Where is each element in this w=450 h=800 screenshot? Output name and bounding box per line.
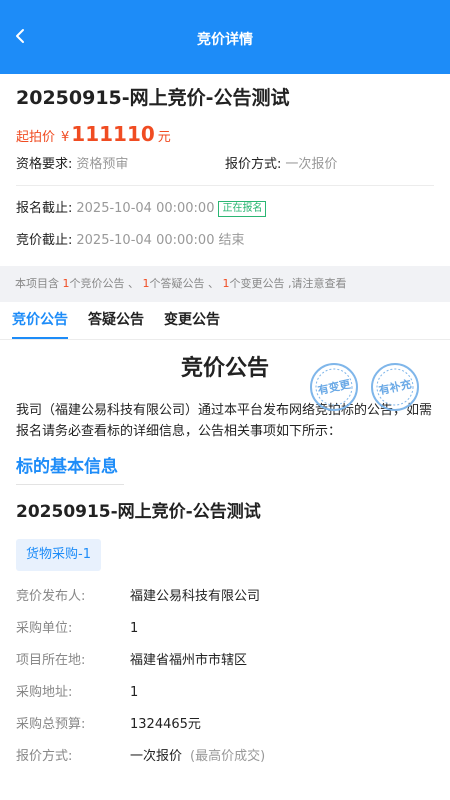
signup-deadline-row: 报名截止: 2025-10-04 00:00:00 正在报名 [16,200,434,218]
quote-method-value: 一次报价 [285,157,338,172]
notice-count-bar: 本项目含 1个竞价公告 、 1个答疑公告 、 1个变更公告 ,请注意查看 [0,266,450,302]
requirements-row: 资格要求: 资格预审 报价方式: 一次报价 [16,156,434,174]
notice-text-bid: 个竞价公告 、 [69,277,140,290]
changed-stamp-text: 有变更 [316,377,352,398]
quote-method-label: 报价方式: [225,157,282,172]
qualification-value: 资格预审 [76,157,129,172]
changed-stamp-icon: 有变更 [310,363,358,411]
notice-count-change: 1 [222,277,230,290]
info-row-address: 采购地址: 1 [16,683,434,703]
section-title: 标的基本信息 [16,457,118,477]
starting-price: 起拍价 ¥ 111110 元 [16,122,434,146]
notice-prefix: 本项目含 [15,277,59,290]
notice-document: 竞价公告 有变更 有补充 我司（福建公易科技有限公司）通过本平台发布网络竞拍标的… [0,354,450,767]
info-row-location: 项目所在地: 福建省福州市市辖区 [16,651,434,671]
page-title: 竞价详情 [197,32,253,48]
price-value: 111110 [71,122,155,146]
supplement-stamp-text: 有补充 [377,377,412,398]
price-label: 起拍价 [16,130,56,145]
info-row-publisher: 竞价发布人: 福建公易科技有限公司 [16,587,434,607]
info-row-purchaser: 采购单位: 1 [16,619,434,639]
info-value: 一次报价 [130,749,183,764]
info-sub-value: (最高价成交) [190,749,266,764]
currency-symbol: ¥ [61,130,70,145]
price-unit: 元 [157,130,171,145]
info-value: 1324465元 [130,717,201,732]
category-tag: 货物采购-1 [16,539,101,571]
info-key: 采购总预算: [16,717,86,732]
info-value: 福建省福州市市辖区 [130,653,248,668]
status-badge: 正在报名 [218,201,267,217]
info-value: 福建公易科技有限公司 [130,589,261,604]
info-row-quote-method: 报价方式: 一次报价 (最高价成交) [16,747,434,767]
project-title: 20250915-网上竞价-公告测试 [16,87,290,109]
info-key: 项目所在地: [16,653,86,668]
info-list: 竞价发布人: 福建公易科技有限公司 采购单位: 1 项目所在地: 福建省福州市市… [16,587,434,767]
notice-tabs: 竞价公告 答疑公告 变更公告 [0,302,450,340]
signup-deadline-value: 2025-10-04 00:00:00 [76,201,215,216]
notice-text-change: 个变更公告 ,请注意查看 [229,277,347,290]
info-key: 报价方式: [16,749,73,764]
info-key: 采购地址: [16,685,73,700]
tab-bid-notice[interactable]: 竞价公告 [12,302,68,339]
document-project-title: 20250915-网上竞价-公告测试 [16,502,261,522]
tab-qa-notice[interactable]: 答疑公告 [88,302,144,339]
supplement-stamp-icon: 有补充 [371,363,419,411]
bid-deadline-label: 竞价截止: [16,233,73,248]
bid-deadline-value: 2025-10-04 00:00:00 [76,233,215,248]
top-nav-bar: 竞价详情 [0,0,450,74]
bid-deadline-row: 竞价截止: 2025-10-04 00:00:00 结束 [16,232,434,250]
info-key: 采购单位: [16,621,73,636]
info-value: 1 [130,685,139,700]
info-key: 竞价发布人: [16,589,86,604]
notice-count-bid: 1 [62,277,70,290]
bid-status: 结束 [218,233,245,248]
info-value: 1 [130,621,139,636]
notice-count-qa: 1 [142,277,150,290]
section-underline [16,484,124,485]
info-row-budget: 采购总预算: 1324465元 [16,715,434,735]
bid-summary: 20250915-网上竞价-公告测试 起拍价 ¥ 111110 元 资格要求: 资… [0,87,450,250]
signup-deadline-label: 报名截止: [16,201,73,216]
divider [16,185,434,186]
notice-text-qa: 个答疑公告 、 [149,277,220,290]
qualification-label: 资格要求: [16,157,73,172]
tab-change-notice[interactable]: 变更公告 [164,302,220,339]
